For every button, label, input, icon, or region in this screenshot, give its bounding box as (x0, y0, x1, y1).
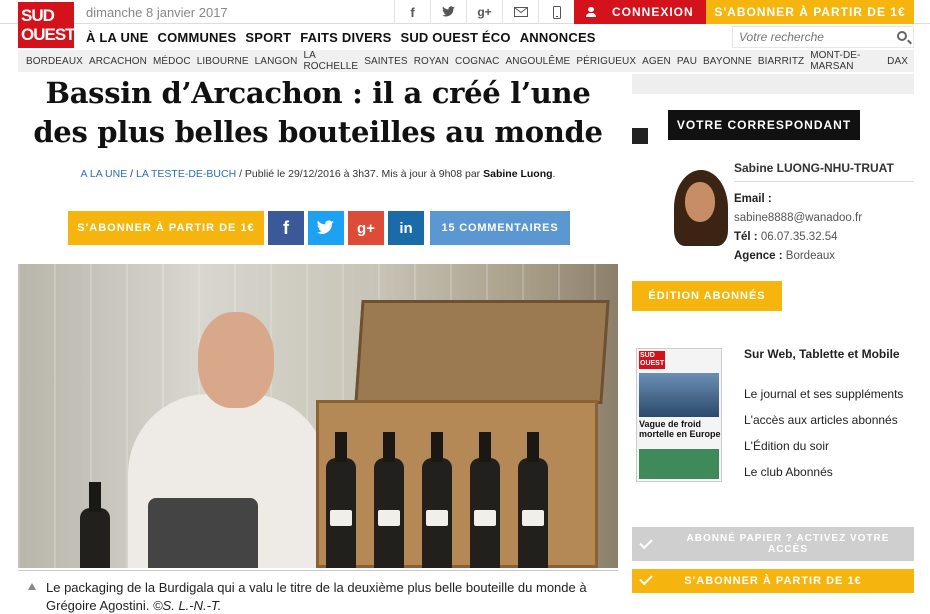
linkedin-share-icon[interactable]: in (388, 211, 424, 245)
bottle (80, 482, 110, 568)
caption-text: Le packaging de la Burdigala qui a valu … (46, 580, 587, 613)
person-head (198, 312, 274, 408)
social-links: f g+ (394, 0, 574, 24)
login-button[interactable]: CONNEXION (574, 0, 706, 24)
city-link[interactable]: LIBOURNE (197, 56, 249, 67)
ad-slot (632, 74, 914, 94)
correspondent-header: VOTRE CORRESPONDANT (668, 110, 860, 140)
facebook-share-icon[interactable]: f (268, 211, 304, 245)
city-link[interactable]: MONT-DE-MARSAN (810, 50, 881, 72)
benefit-item: L'Édition du soir (744, 439, 830, 453)
city-link[interactable]: ARCACHON (89, 56, 147, 67)
google-plus-share-icon[interactable]: g+ (348, 211, 384, 245)
wooden-box-lid (354, 300, 610, 404)
correspondent-agency: Bordeaux (785, 250, 836, 262)
city-link[interactable]: LA ROCHELLE (303, 50, 358, 72)
author-name[interactable]: Sabine Luong (483, 168, 552, 180)
logo-line-1: SUD (21, 6, 55, 25)
check-icon (639, 535, 653, 550)
comments-button[interactable]: 15 COMMENTAIRES (430, 211, 570, 245)
twitter-icon[interactable] (430, 0, 466, 24)
correspondent-tel: 06.07.35.32.54 (760, 231, 838, 243)
user-icon (586, 7, 596, 17)
article-headline: Bassin d’Arcachon : il a créé l’une des … (33, 76, 603, 149)
subscribe-label: S'ABONNER À PARTIR DE 1€ (684, 575, 862, 587)
correspondent-avatar (668, 160, 732, 248)
city-link[interactable]: BIARRITZ (758, 56, 804, 67)
city-link[interactable]: BAYONNE (703, 56, 752, 67)
article-meta: A LA UNE / LA TESTE-DE-BUCH / Publié le … (80, 168, 556, 180)
benefit-item: Le journal et ses suppléments (744, 387, 904, 401)
check-icon (639, 571, 653, 586)
machine (148, 498, 258, 568)
photo-caption: Le packaging de la Burdigala qui a valu … (18, 570, 618, 614)
search-input[interactable] (733, 27, 883, 47)
login-label: CONNEXION (612, 5, 694, 19)
wooden-box (316, 400, 598, 568)
city-link[interactable]: AGEN (642, 56, 671, 67)
nav-item-annonces[interactable]: ANNONCES (520, 30, 596, 45)
caption-toggle-icon[interactable] (28, 583, 36, 590)
correspondent-name: Sabine LUONG-NHU-TRUAT (734, 161, 914, 182)
bottle (326, 432, 356, 568)
nav-item-sud-ouest-eco[interactable]: SUD OUEST ÉCO (400, 30, 510, 45)
paper-logo: SUD OUEST (639, 351, 665, 369)
sidebar-marker (632, 128, 648, 144)
city-link[interactable]: ANGOULÊME (506, 56, 571, 67)
tel-label: Tél : (734, 231, 758, 243)
subscribe-button-top[interactable]: S'ABONNER À PARTIR DE 1€ (706, 0, 914, 24)
search-icon[interactable] (897, 31, 907, 41)
paper-headline: Vague de froid mortelle en Europe (639, 419, 721, 439)
correspondent-email[interactable]: sabine8888@wanadoo.fr (734, 209, 862, 228)
nav-item-faits-divers[interactable]: FAITS DIVERS (300, 30, 391, 45)
breadcrumb-a-la-une[interactable]: A LA UNE (81, 168, 128, 180)
nav-item-a-la-une[interactable]: À LA UNE (86, 30, 149, 45)
activate-label: ABONNÉ PAPIER ? ACTIVEZ VOTRE ACCÈS (686, 533, 890, 555)
nav-item-sport[interactable]: SPORT (245, 30, 291, 45)
agency-label: Agence : (734, 250, 783, 262)
city-link[interactable]: SAINTES (364, 56, 408, 67)
bottle (422, 432, 452, 568)
city-link[interactable]: ROYAN (414, 56, 449, 67)
city-link[interactable]: MÉDOC (153, 56, 191, 67)
bottle (470, 432, 500, 568)
city-link[interactable]: BORDEAUX (26, 56, 83, 67)
city-link[interactable]: COGNAC (455, 56, 500, 67)
publish-info: / Publié le 29/12/2016 à 3h37. Mis à jou… (239, 168, 484, 180)
correspondent-info: Email : sabine8888@wanadoo.fr Tél : 06.0… (734, 190, 862, 266)
edition-abonnes-button[interactable]: ÉDITION ABONNÉS (632, 281, 782, 311)
email-label: Email : (734, 193, 772, 205)
city-link[interactable]: DAX (887, 56, 908, 67)
city-link[interactable]: PÉRIGUEUX (576, 56, 636, 67)
benefit-item: L'accès aux articles abonnés (744, 413, 898, 427)
bottle (518, 432, 548, 568)
article-actions: S'ABONNER À PARTIR DE 1€ f g+ in 15 COMM… (68, 211, 570, 245)
breadcrumb-la-teste-de-buch[interactable]: LA TESTE-DE-BUCH (136, 168, 236, 180)
article-photo (18, 264, 618, 568)
twitter-share-icon[interactable] (308, 211, 344, 245)
subscribe-button-article[interactable]: S'ABONNER À PARTIR DE 1€ (68, 211, 264, 245)
newspaper-thumbnail[interactable]: SUD OUEST Vague de froid mortelle en Eur… (636, 348, 722, 482)
search-box (732, 26, 914, 48)
benefit-item: Le club Abonnés (744, 465, 833, 479)
bottle (374, 432, 404, 568)
google-plus-icon[interactable]: g+ (466, 0, 502, 24)
edition-title: Sur Web, Tablette et Mobile (744, 347, 900, 361)
activate-access-button[interactable]: ABONNÉ PAPIER ? ACTIVEZ VOTRE ACCÈS (632, 527, 914, 561)
photo-credit: ©S. L.-N.-T. (152, 598, 222, 613)
city-navigation: BORDEAUX ARCACHON MÉDOC LIBOURNE LANGON … (18, 50, 914, 72)
current-date: dimanche 8 janvier 2017 (86, 5, 228, 20)
top-bar: dimanche 8 janvier 2017 f g+ CONNEXION S… (0, 0, 930, 24)
edition-benefits: Le journal et ses suppléments L'accès au… (744, 385, 914, 489)
mobile-icon[interactable] (538, 0, 574, 24)
city-link[interactable]: LANGON (255, 56, 298, 67)
nav-item-communes[interactable]: COMMUNES (158, 30, 237, 45)
city-link[interactable]: PAU (677, 56, 697, 67)
facebook-icon[interactable]: f (394, 0, 430, 24)
mail-icon[interactable] (502, 0, 538, 24)
subscribe-button-sidebar[interactable]: S'ABONNER À PARTIR DE 1€ (632, 569, 914, 593)
